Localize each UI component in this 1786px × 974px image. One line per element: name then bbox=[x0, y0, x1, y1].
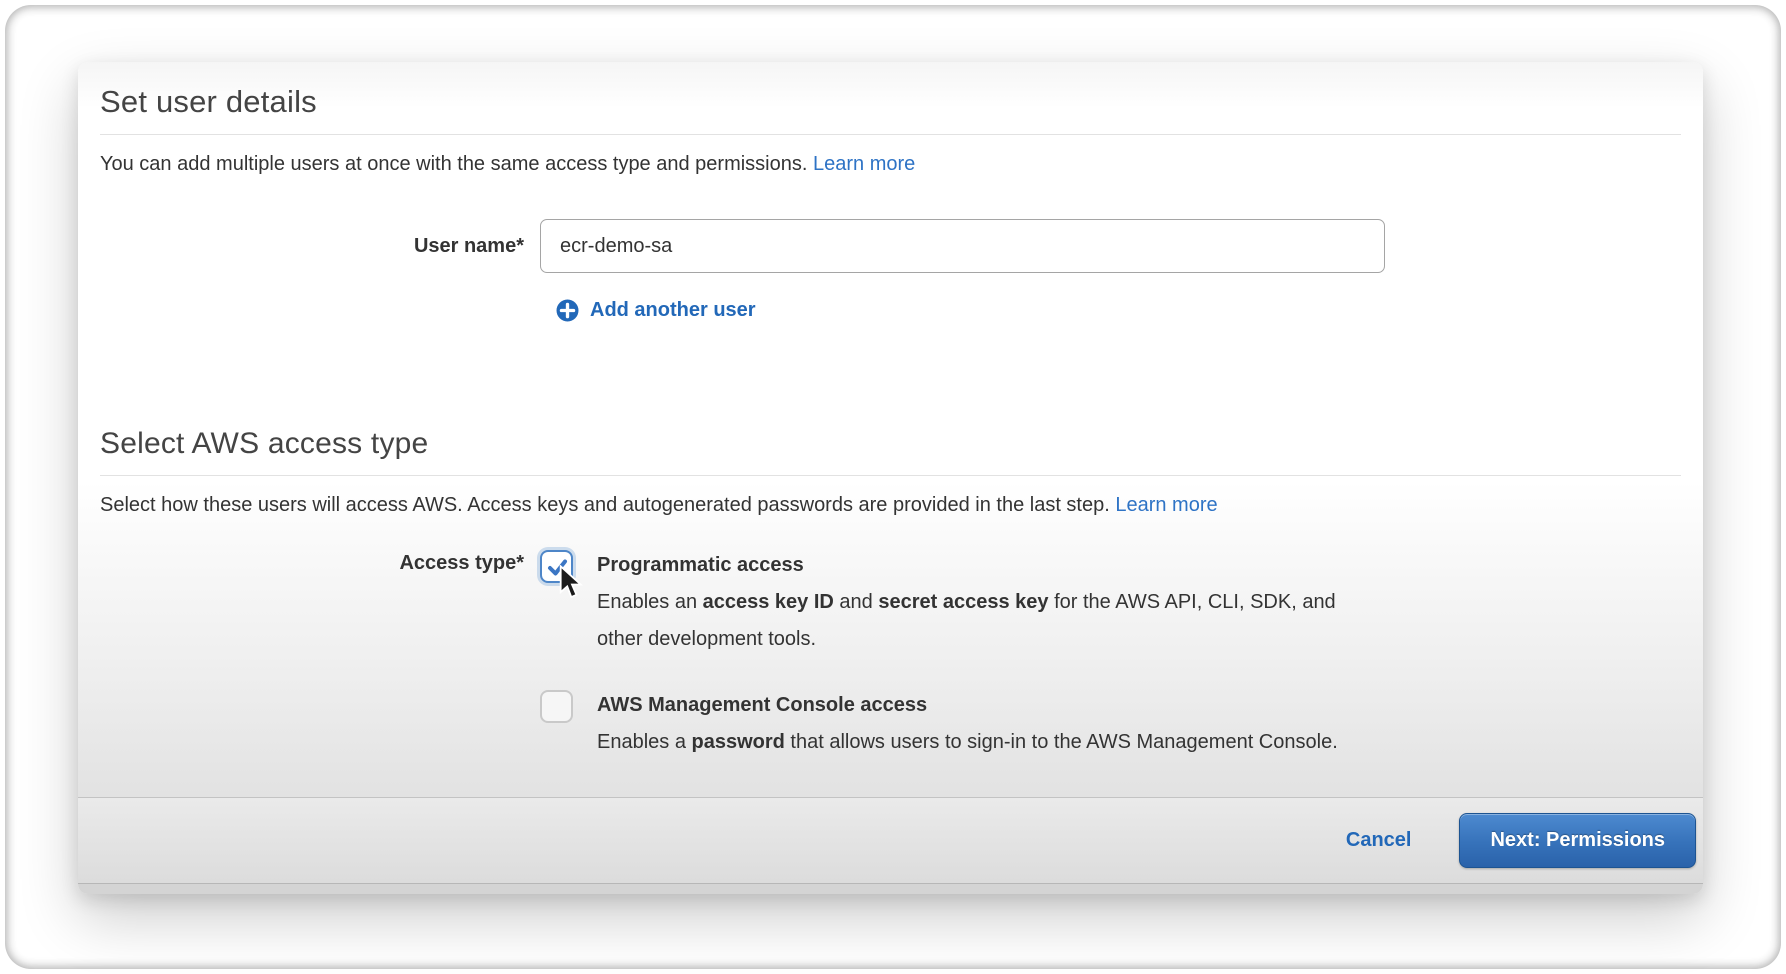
title-description: You can add multiple users at once with … bbox=[100, 149, 1681, 179]
programmatic-access-title: Programmatic access bbox=[597, 548, 1336, 582]
console-access-description: Enables a password that allows users to … bbox=[597, 724, 1338, 761]
programmatic-access-description: Enables an access key ID and secret acce… bbox=[597, 584, 1336, 658]
add-another-user-label: Add another user bbox=[590, 299, 756, 322]
console-access-checkbox[interactable] bbox=[540, 690, 573, 723]
access-type-label: Access type* bbox=[100, 548, 540, 575]
page-title: Set user details bbox=[100, 62, 1681, 120]
learn-more-link[interactable]: Learn more bbox=[1115, 494, 1217, 516]
option-text: Programmatic access Enables an access ke… bbox=[597, 548, 1336, 658]
username-input[interactable] bbox=[540, 219, 1385, 273]
access-options: Programmatic access Enables an access ke… bbox=[540, 548, 1338, 791]
access-type-row: Access type* bbox=[100, 548, 1681, 791]
page-background: Set user details You can add multiple us… bbox=[0, 0, 1786, 974]
learn-more-link[interactable]: Learn more bbox=[813, 153, 915, 175]
console-access-option: AWS Management Console access Enables a … bbox=[540, 688, 1338, 761]
next-permissions-button[interactable]: Next: Permissions bbox=[1459, 813, 1696, 868]
wizard-footer: Cancel Next: Permissions bbox=[78, 797, 1703, 883]
footer-bottom-strip bbox=[78, 883, 1703, 894]
console-access-title: AWS Management Console access bbox=[597, 688, 1338, 722]
access-description: Select how these users will access AWS. … bbox=[100, 490, 1681, 520]
access-section-title: Select AWS access type bbox=[100, 427, 1681, 461]
access-divider bbox=[100, 475, 1681, 476]
username-label: User name* bbox=[100, 235, 540, 258]
set-user-details-panel: Set user details You can add multiple us… bbox=[78, 62, 1703, 894]
cancel-button[interactable]: Cancel bbox=[1346, 829, 1412, 852]
checkbox-wrap bbox=[540, 550, 573, 583]
programmatic-access-option: Programmatic access Enables an access ke… bbox=[540, 548, 1338, 658]
option-text: AWS Management Console access Enables a … bbox=[597, 688, 1338, 761]
username-row: User name* bbox=[100, 219, 1681, 273]
mouse-cursor-icon bbox=[558, 565, 584, 601]
plus-circle-icon bbox=[556, 299, 579, 322]
checkbox-wrap bbox=[540, 690, 573, 723]
add-another-user-button[interactable]: Add another user bbox=[556, 299, 756, 322]
title-divider bbox=[100, 134, 1681, 135]
panel-content: Set user details You can add multiple us… bbox=[78, 62, 1703, 797]
